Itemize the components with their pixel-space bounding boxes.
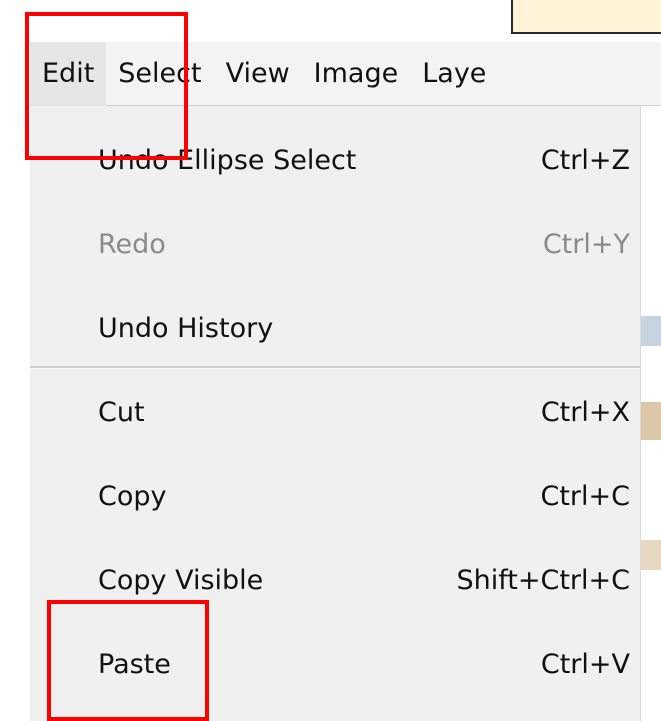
menu-item-copy[interactable]: Copy Ctrl+C (98, 474, 630, 518)
menu-item-shortcut: Ctrl+X (540, 396, 630, 428)
menu-item-shortcut: Ctrl+V (540, 648, 630, 680)
menu-layer[interactable]: Laye (410, 60, 498, 87)
canvas-fragment (641, 402, 661, 440)
menu-item-shortcut: Ctrl+Y (542, 228, 630, 260)
menu-separator (30, 366, 640, 369)
menu-item-undo-history[interactable]: Undo History (98, 306, 630, 350)
canvas-fragment (641, 316, 661, 346)
menu-image[interactable]: Image (302, 60, 411, 87)
tooltip-box (511, 0, 661, 34)
highlight-paste-item (47, 600, 209, 721)
menu-item-shortcut: Shift+Ctrl+C (456, 564, 630, 596)
highlight-edit-menu (25, 12, 188, 160)
menu-item-label: Copy (98, 480, 167, 512)
menu-item-shortcut: Ctrl+C (540, 480, 630, 512)
menu-item-redo: Redo Ctrl+Y (98, 222, 630, 266)
menu-item-label: Redo (98, 228, 166, 260)
menu-item-label: Cut (98, 396, 145, 428)
menu-item-cut[interactable]: Cut Ctrl+X (98, 390, 630, 434)
menu-item-copy-visible[interactable]: Copy Visible Shift+Ctrl+C (98, 558, 630, 602)
menu-view[interactable]: View (214, 60, 302, 87)
menu-item-label: Copy Visible (98, 564, 264, 596)
menu-item-shortcut: Ctrl+Z (540, 144, 630, 176)
canvas-fragment (641, 540, 661, 570)
menu-item-label: Undo History (98, 312, 274, 344)
